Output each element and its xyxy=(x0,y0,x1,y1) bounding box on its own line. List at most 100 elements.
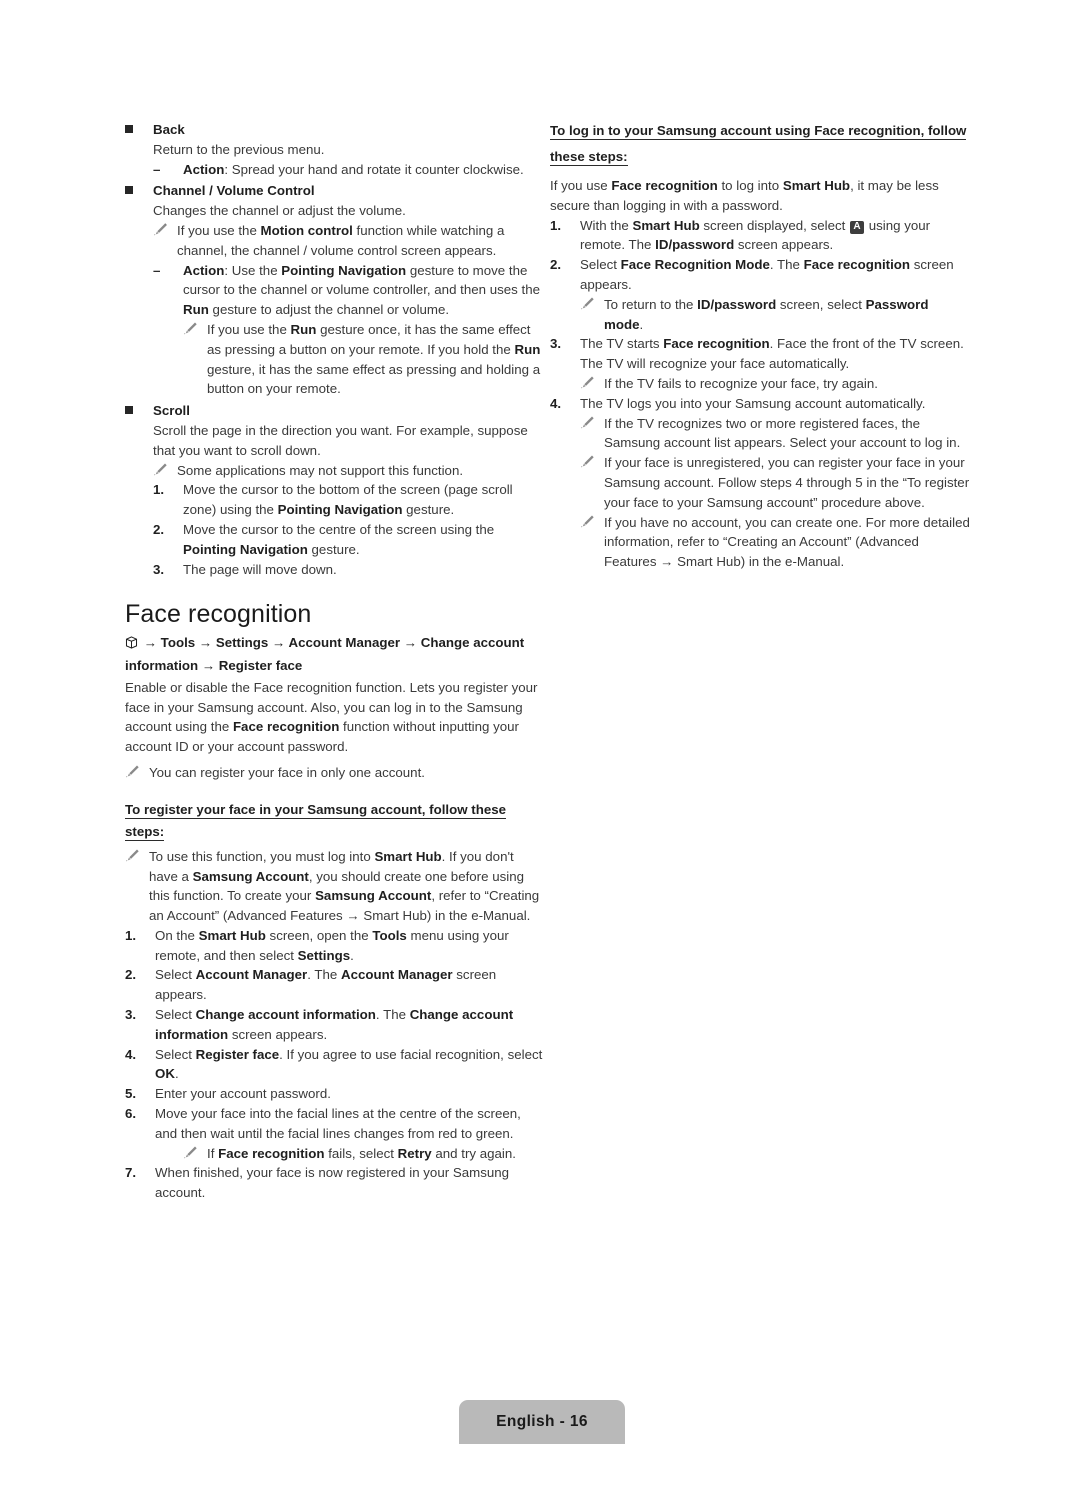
login-step-3: 3. The TV starts Face recognition. Face … xyxy=(550,334,970,374)
dash-bullet-icon: – xyxy=(153,161,161,177)
menu-path-text: → Tools → Settings → Account Manager → C… xyxy=(125,635,525,673)
register-step-1: 1. On the Smart Hub screen, open the Too… xyxy=(125,926,545,966)
back-action-row: – Action: Spread your hand and rotate it… xyxy=(153,160,545,180)
login-step-1-text: With the Smart Hub screen displayed, sel… xyxy=(580,217,931,253)
face-recognition-intro: Enable or disable the Face recognition f… xyxy=(125,679,538,755)
step-number: 4. xyxy=(550,395,562,411)
channel-volume-action-row: – Action: Use the Pointing Navigation ge… xyxy=(153,261,545,320)
register-step-6-note: If Face recognition fails, select Retry … xyxy=(183,1144,545,1164)
login-step-3-note: If the TV fails to recognize your face, … xyxy=(580,374,970,394)
login-face-heading: To log in to your Samsung account using … xyxy=(550,118,970,170)
feature-label-scroll: Scroll xyxy=(153,403,190,419)
page-number-label: English - 16 xyxy=(496,1413,588,1430)
scroll-step-3-text: The page will move down. xyxy=(183,561,337,577)
channel-volume-action-text: Action: Use the Pointing Navigation gest… xyxy=(183,262,541,318)
manual-page: Back Return to the previous menu. – Acti… xyxy=(0,0,1080,1494)
register-step-6-text: Move your face into the facial lines at … xyxy=(155,1106,521,1141)
dash-bullet-icon: – xyxy=(153,262,161,278)
menu-path: → Tools → Settings → Account Manager → C… xyxy=(125,633,545,676)
step-number: 1. xyxy=(550,217,562,233)
register-face-heading: To register your face in your Samsung ac… xyxy=(125,801,507,841)
login-step-4-note-2-text: If your face is unregistered, you can re… xyxy=(604,455,970,510)
feature-item-channel-volume: Channel / Volume Control xyxy=(125,181,545,201)
login-step-4-note-1: If the TV recognizes two or more registe… xyxy=(580,414,970,454)
smart-hub-cube-icon xyxy=(125,636,138,656)
scroll-step-2: 2. Move the cursor to the centre of the … xyxy=(153,520,545,560)
step-number: 3. xyxy=(153,561,165,577)
register-step-3-text: Select Change account information. The C… xyxy=(155,1007,514,1042)
note-pencil-icon xyxy=(580,295,604,311)
channel-volume-note-1-text: If you use the Motion control function w… xyxy=(177,222,505,258)
note-pencil-icon xyxy=(183,1144,207,1160)
login-face-heading-line-2: these steps: xyxy=(550,149,628,166)
scroll-step-3: 3. The page will move down. xyxy=(153,560,545,580)
register-step-2: 2. Select Account Manager. The Account M… xyxy=(125,965,545,1005)
square-bullet-icon xyxy=(125,401,153,415)
feature-label-back: Back xyxy=(153,122,185,137)
channel-volume-note-2: If you use the Run gesture once, it has … xyxy=(183,320,545,399)
register-step-7: 7. When finished, your face is now regis… xyxy=(125,1163,545,1203)
note-pencil-icon xyxy=(580,513,604,529)
register-step-4: 4. Select Register face. If you agree to… xyxy=(125,1045,545,1085)
note-pencil-icon xyxy=(580,374,604,390)
square-bullet-icon xyxy=(125,120,153,133)
login-face-intro: If you use Face recognition to log into … xyxy=(550,178,939,213)
login-step-4: 4. The TV logs you into your Samsung acc… xyxy=(550,394,970,414)
channel-volume-note-1: If you use the Motion control function w… xyxy=(153,221,545,261)
channel-volume-note-2-text: If you use the Run gesture once, it has … xyxy=(207,321,541,397)
scroll-step-1: 1. Move the cursor to the bottom of the … xyxy=(153,480,545,520)
note-pencil-icon xyxy=(125,847,149,863)
note-pencil-icon xyxy=(183,320,207,336)
scroll-note-text: Some applications may not support this f… xyxy=(177,462,464,478)
login-step-2-note-text: To return to the ID/password screen, sel… xyxy=(604,296,929,332)
login-face-heading-line-1: To log in to your Samsung account using … xyxy=(550,123,967,140)
note-pencil-icon xyxy=(153,221,177,237)
page-title: Face recognition xyxy=(125,600,312,629)
step-number: 5. xyxy=(125,1086,137,1102)
two-column-body: Back Return to the previous menu. – Acti… xyxy=(0,118,1080,1203)
face-recognition-intro-note: You can register your face in only one a… xyxy=(125,763,545,783)
register-step-1-text: On the Smart Hub screen, open the Tools … xyxy=(155,927,509,963)
step-number: 3. xyxy=(550,336,562,352)
left-column: Back Return to the previous menu. – Acti… xyxy=(125,118,545,1203)
scroll-description: Scroll the page in the direction you wan… xyxy=(153,422,528,458)
back-action-text: Action: Spread your hand and rotate it c… xyxy=(183,161,524,177)
register-face-note: To use this function, you must log into … xyxy=(125,847,545,926)
remote-key-a-icon: A xyxy=(850,220,865,234)
login-step-2-text: Select Face Recognition Mode. The Face r… xyxy=(580,257,954,292)
register-face-note-text: To use this function, you must log into … xyxy=(149,848,540,924)
login-step-1: 1. With the Smart Hub screen displayed, … xyxy=(550,216,970,256)
scroll-step-1-text: Move the cursor to the bottom of the scr… xyxy=(183,482,513,518)
step-number: 1. xyxy=(125,927,137,943)
step-number: 6. xyxy=(125,1106,137,1122)
step-number: 2. xyxy=(550,257,562,273)
login-step-2-note: To return to the ID/password screen, sel… xyxy=(580,295,970,335)
step-number: 1. xyxy=(153,482,165,498)
step-number: 7. xyxy=(125,1165,137,1181)
login-step-3-note-text: If the TV fails to recognize your face, … xyxy=(604,375,878,391)
step-number: 3. xyxy=(125,1007,137,1023)
login-step-4-note-3-text: If you have no account, you can create o… xyxy=(604,514,970,570)
login-step-3-text: The TV starts Face recognition. Face the… xyxy=(580,336,964,372)
note-pencil-icon xyxy=(580,414,604,430)
feature-item-scroll: Scroll xyxy=(125,401,545,421)
note-pencil-icon xyxy=(580,453,604,469)
register-step-5-text: Enter your account password. xyxy=(155,1086,331,1102)
register-step-4-text: Select Register face. If you agree to us… xyxy=(155,1046,543,1082)
login-step-4-note-3: If you have no account, you can create o… xyxy=(580,513,970,572)
login-step-4-text: The TV logs you into your Samsung accoun… xyxy=(580,395,926,411)
note-pencil-icon xyxy=(125,763,149,779)
page-number-tab: English - 16 xyxy=(459,1400,625,1444)
scroll-step-2-text: Move the cursor to the centre of the scr… xyxy=(183,521,495,557)
note-pencil-icon xyxy=(153,461,177,477)
square-bullet-icon xyxy=(125,181,153,195)
right-column: To log in to your Samsung account using … xyxy=(550,118,970,1203)
register-step-6-note-text: If Face recognition fails, select Retry … xyxy=(207,1145,516,1161)
step-number: 2. xyxy=(125,967,137,983)
register-step-7-text: When finished, your face is now register… xyxy=(155,1165,510,1201)
register-step-6: 6. Move your face into the facial lines … xyxy=(125,1104,545,1144)
feature-item-back: Back xyxy=(125,120,545,140)
feature-label-channel-volume: Channel / Volume Control xyxy=(153,183,315,199)
scroll-note: Some applications may not support this f… xyxy=(153,461,545,481)
register-step-3: 3. Select Change account information. Th… xyxy=(125,1005,545,1045)
